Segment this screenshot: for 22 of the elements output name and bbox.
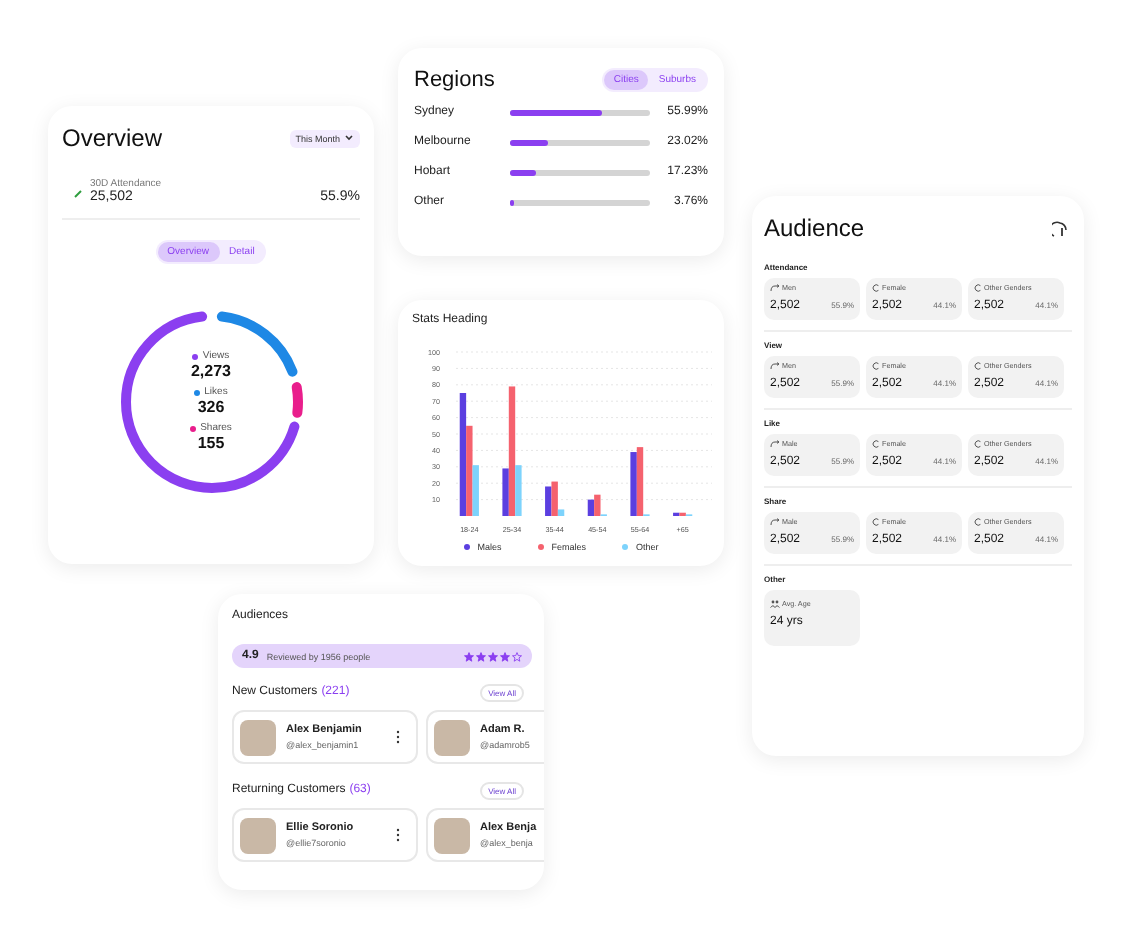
avatar-placeholder — [434, 817, 470, 853]
arc-icon — [974, 284, 982, 292]
legend-value: 2,273 — [190, 362, 232, 382]
people-icon — [770, 600, 780, 608]
avatar-placeholder — [240, 817, 276, 853]
arc-icon — [872, 440, 880, 448]
chevron-down-icon — [344, 134, 354, 142]
trend-up-icon — [74, 190, 82, 198]
legend-value: 326 — [197, 398, 225, 418]
card-title: Overview — [62, 124, 163, 152]
arc-icon — [974, 362, 982, 370]
legend-value: 155 — [197, 434, 225, 454]
arc-icon — [872, 518, 880, 526]
card-title: Audience — [764, 214, 865, 242]
arc-icon — [872, 362, 880, 370]
arc-icon — [974, 518, 982, 526]
avatar-placeholder — [240, 719, 276, 755]
card-title: Regions — [414, 68, 495, 92]
arc-icon — [974, 440, 982, 448]
info-gauge-icon — [1052, 219, 1068, 237]
avatar-placeholder — [434, 719, 470, 755]
arc-icon — [872, 284, 880, 292]
